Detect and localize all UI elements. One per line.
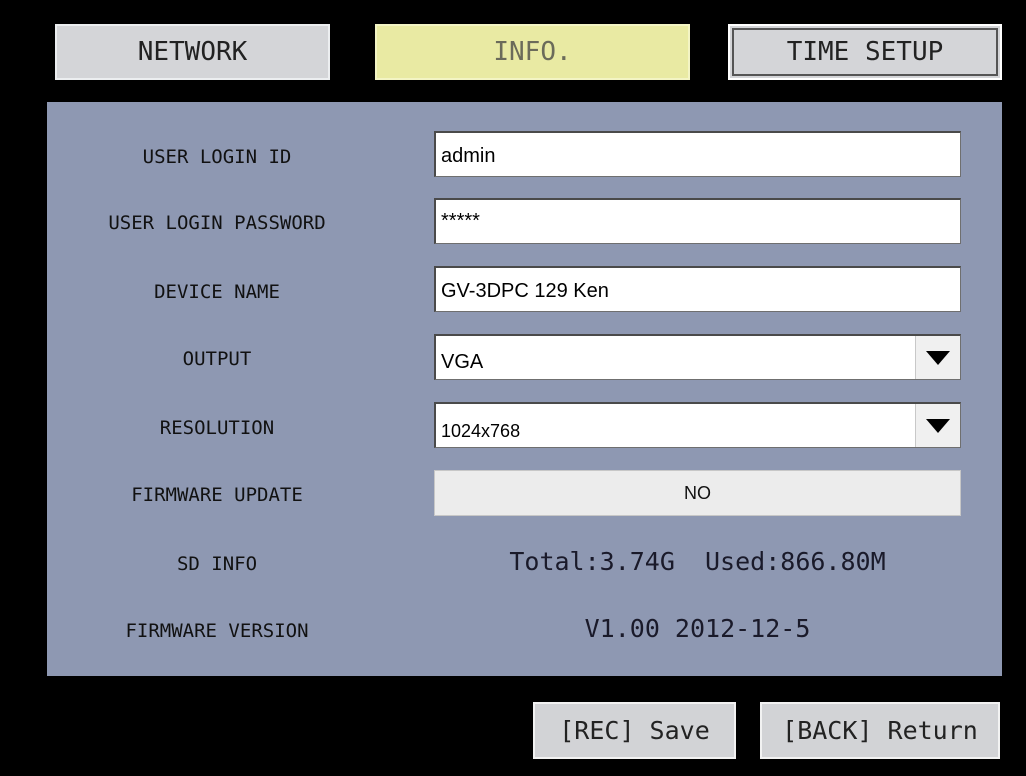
resolution-value: 1024x768: [441, 421, 521, 441]
device-name-label: DEVICE NAME: [154, 281, 280, 303]
user-login-id-field[interactable]: admin: [434, 131, 961, 177]
firmware-update-label: FIRMWARE UPDATE: [131, 484, 303, 506]
firmware-update-button[interactable]: NO: [434, 470, 961, 516]
firmware-version-label: FIRMWARE VERSION: [125, 620, 309, 642]
output-select[interactable]: VGA: [434, 334, 961, 380]
chevron-down-icon[interactable]: [915, 336, 960, 379]
info-panel: USER LOGIN ID admin USER LOGIN PASSWORD …: [47, 102, 1002, 676]
chevron-down-icon[interactable]: [915, 404, 960, 447]
output-value: VGA: [441, 351, 484, 373]
user-login-id-label: USER LOGIN ID: [142, 146, 292, 168]
user-login-password-label: USER LOGIN PASSWORD: [108, 212, 326, 234]
tab-network[interactable]: NETWORK: [55, 24, 330, 80]
device-name-field[interactable]: GV-3DPC 129 Ken: [434, 266, 961, 312]
user-login-password-field[interactable]: *****: [434, 198, 961, 244]
sd-info-label: SD INFO: [176, 553, 258, 575]
save-button[interactable]: [REC] Save: [533, 702, 736, 759]
output-label: OUTPUT: [182, 348, 252, 370]
sd-info-value: Total:3.74G Used:866.80M: [509, 547, 886, 576]
firmware-version-value: V1.00 2012-12-5: [584, 614, 811, 643]
resolution-select[interactable]: 1024x768: [434, 402, 961, 448]
return-button[interactable]: [BACK] Return: [760, 702, 1000, 759]
tab-time-setup[interactable]: TIME SETUP: [728, 24, 1002, 80]
resolution-label: RESOLUTION: [159, 417, 275, 439]
tab-info[interactable]: INFO.: [375, 24, 690, 80]
